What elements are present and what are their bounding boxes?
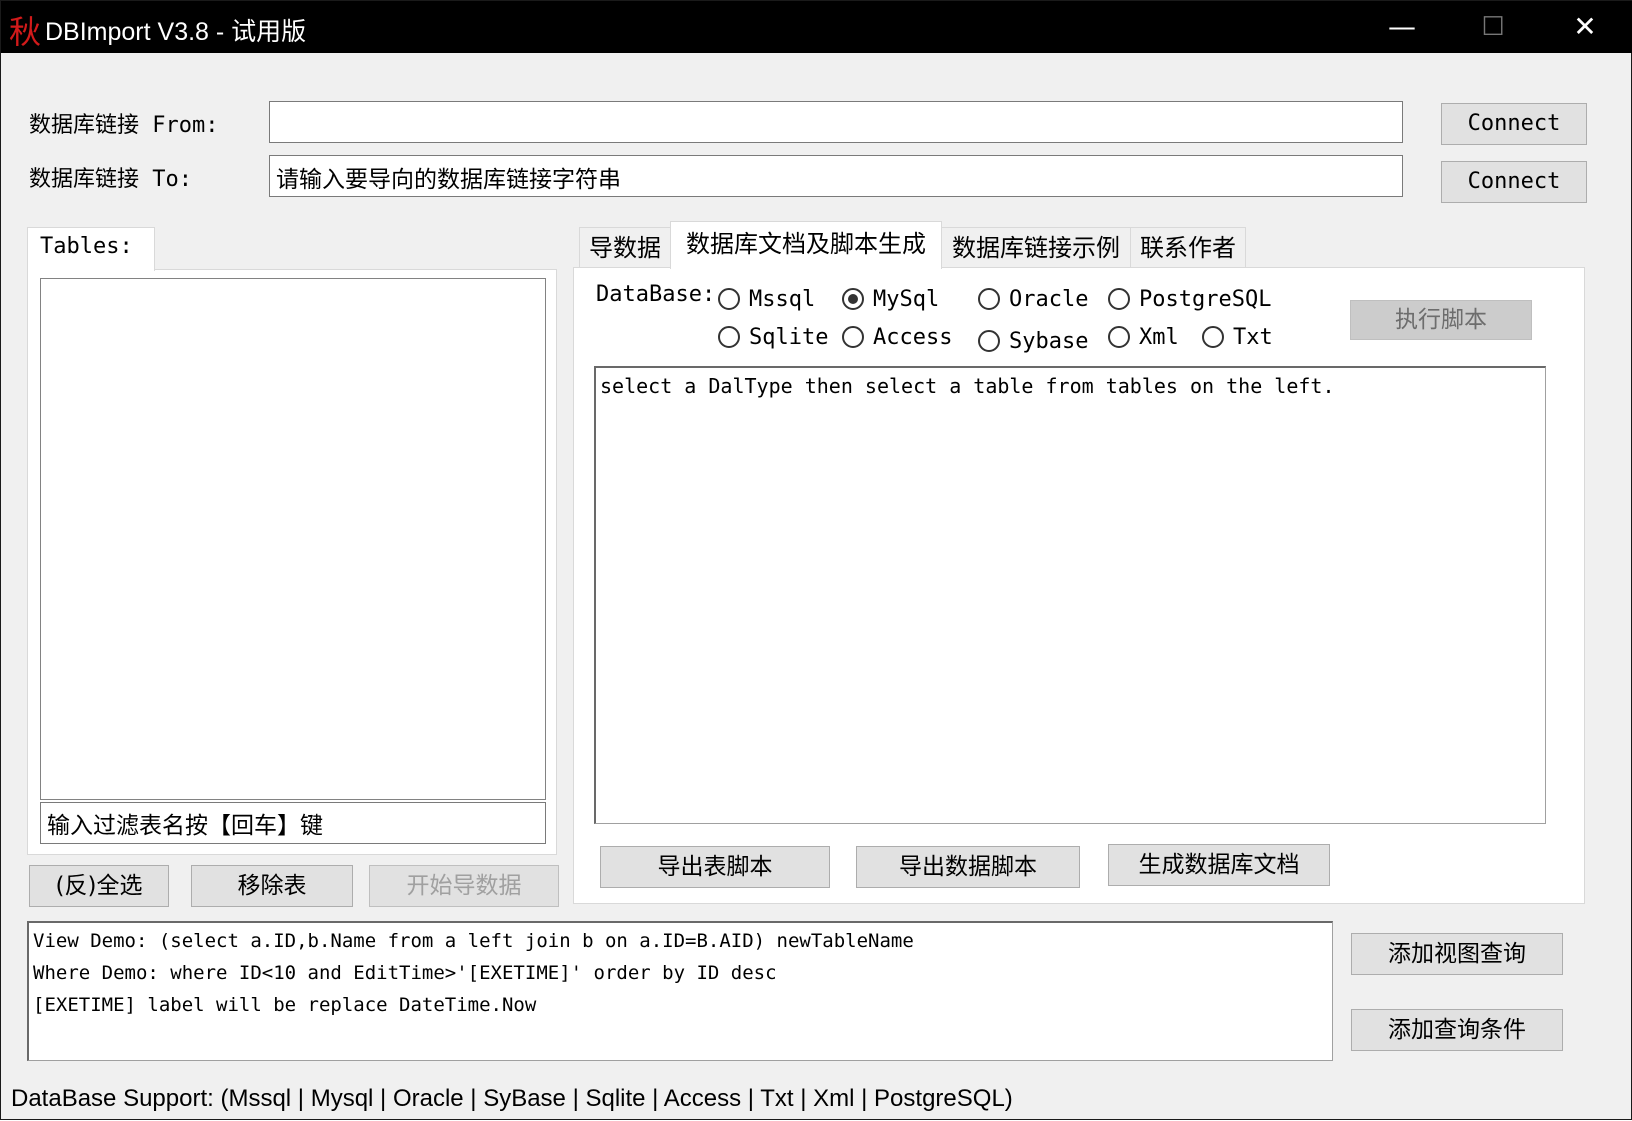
add-query-condition-button[interactable]: 添加查询条件 — [1351, 1009, 1563, 1051]
tables-panel: 输入过滤表名按【回车】键 — [27, 269, 557, 855]
query-line: View Demo: (select a.ID,b.Name from a le… — [33, 930, 914, 952]
maximize-icon[interactable]: ☐ — [1447, 1, 1539, 53]
remove-table-button[interactable]: 移除表 — [191, 865, 353, 907]
radio-postgresql[interactable]: PostgreSQL — [1108, 284, 1271, 314]
add-view-query-button[interactable]: 添加视图查询 — [1351, 933, 1563, 975]
database-label: DataBase: — [596, 282, 716, 307]
query-line: Where Demo: where ID<10 and EditTime>'[E… — [33, 962, 777, 984]
radio-circle-icon — [978, 330, 1000, 352]
radio-txt[interactable]: Txt — [1202, 322, 1273, 352]
doc-script-panel: DataBase: Mssql MySql Oracle PostgreSQL … — [573, 267, 1585, 904]
from-label: 数据库链接 From: — [29, 113, 219, 138]
window-title: DBImport V3.8 - 试用版 — [45, 18, 307, 46]
tables-header: Tables: — [27, 227, 155, 271]
radio-xml[interactable]: Xml — [1108, 322, 1179, 352]
radio-sybase[interactable]: Sybase — [978, 326, 1088, 356]
to-connection-placeholder: 请输入要导向的数据库链接字符串 — [276, 167, 621, 193]
export-data-script-button[interactable]: 导出数据脚本 — [856, 846, 1080, 888]
start-import-button[interactable]: 开始导数据 — [369, 865, 559, 907]
execute-script-button[interactable]: 执行脚本 — [1350, 300, 1532, 340]
close-icon[interactable]: ✕ — [1539, 1, 1631, 53]
app-logo-icon: 秋 — [9, 13, 42, 51]
radio-circle-icon — [1202, 326, 1224, 348]
radio-mssql[interactable]: Mssql — [718, 284, 815, 314]
tab-contact-author[interactable]: 联系作者 — [1130, 227, 1246, 267]
radio-circle-icon — [1108, 288, 1130, 310]
radio-mysql[interactable]: MySql — [842, 284, 939, 314]
connect-to-button[interactable]: Connect — [1441, 161, 1587, 203]
script-output[interactable]: select a DalType then select a table fro… — [594, 366, 1546, 824]
to-label: 数据库链接 To: — [29, 167, 192, 192]
to-connection-input[interactable]: 请输入要导向的数据库链接字符串 — [269, 155, 1403, 197]
tables-label: Tables: — [40, 234, 133, 259]
table-filter-input[interactable]: 输入过滤表名按【回车】键 — [40, 802, 546, 844]
minimize-icon[interactable]: — — [1356, 1, 1448, 53]
table-filter-placeholder: 输入过滤表名按【回车】键 — [47, 813, 323, 839]
connect-from-button[interactable]: Connect — [1441, 103, 1587, 145]
radio-sqlite[interactable]: Sqlite — [718, 322, 828, 352]
select-all-button[interactable]: (反)全选 — [29, 865, 169, 907]
title-bar: 秋 DBImport V3.8 - 试用版 — ☐ ✕ — [1, 1, 1632, 53]
radio-access[interactable]: Access — [842, 322, 952, 352]
radio-circle-icon — [1108, 326, 1130, 348]
query-input[interactable]: View Demo: (select a.ID,b.Name from a le… — [27, 921, 1333, 1061]
generate-db-doc-button[interactable]: 生成数据库文档 — [1108, 844, 1330, 886]
script-output-text: select a DalType then select a table fro… — [600, 374, 1335, 398]
radio-oracle[interactable]: Oracle — [978, 284, 1088, 314]
app-window: 秋 DBImport V3.8 - 试用版 — ☐ ✕ 数据库链接 From: … — [0, 0, 1632, 1120]
radio-selected-icon — [842, 288, 864, 310]
export-table-script-button[interactable]: 导出表脚本 — [600, 846, 830, 888]
tab-connection-examples[interactable]: 数据库链接示例 — [941, 227, 1131, 267]
from-connection-input[interactable] — [269, 101, 1403, 143]
query-line: [EXETIME] label will be replace DateTime… — [33, 994, 537, 1016]
radio-circle-icon — [718, 288, 740, 310]
radio-circle-icon — [842, 326, 864, 348]
radio-circle-icon — [978, 288, 1000, 310]
radio-circle-icon — [718, 326, 740, 348]
status-bar: DataBase Support: (Mssql | Mysql | Oracl… — [11, 1085, 1013, 1112]
tables-list[interactable] — [40, 278, 546, 800]
tab-doc-script[interactable]: 数据库文档及脚本生成 — [670, 221, 942, 269]
tab-import-data[interactable]: 导数据 — [579, 227, 671, 267]
